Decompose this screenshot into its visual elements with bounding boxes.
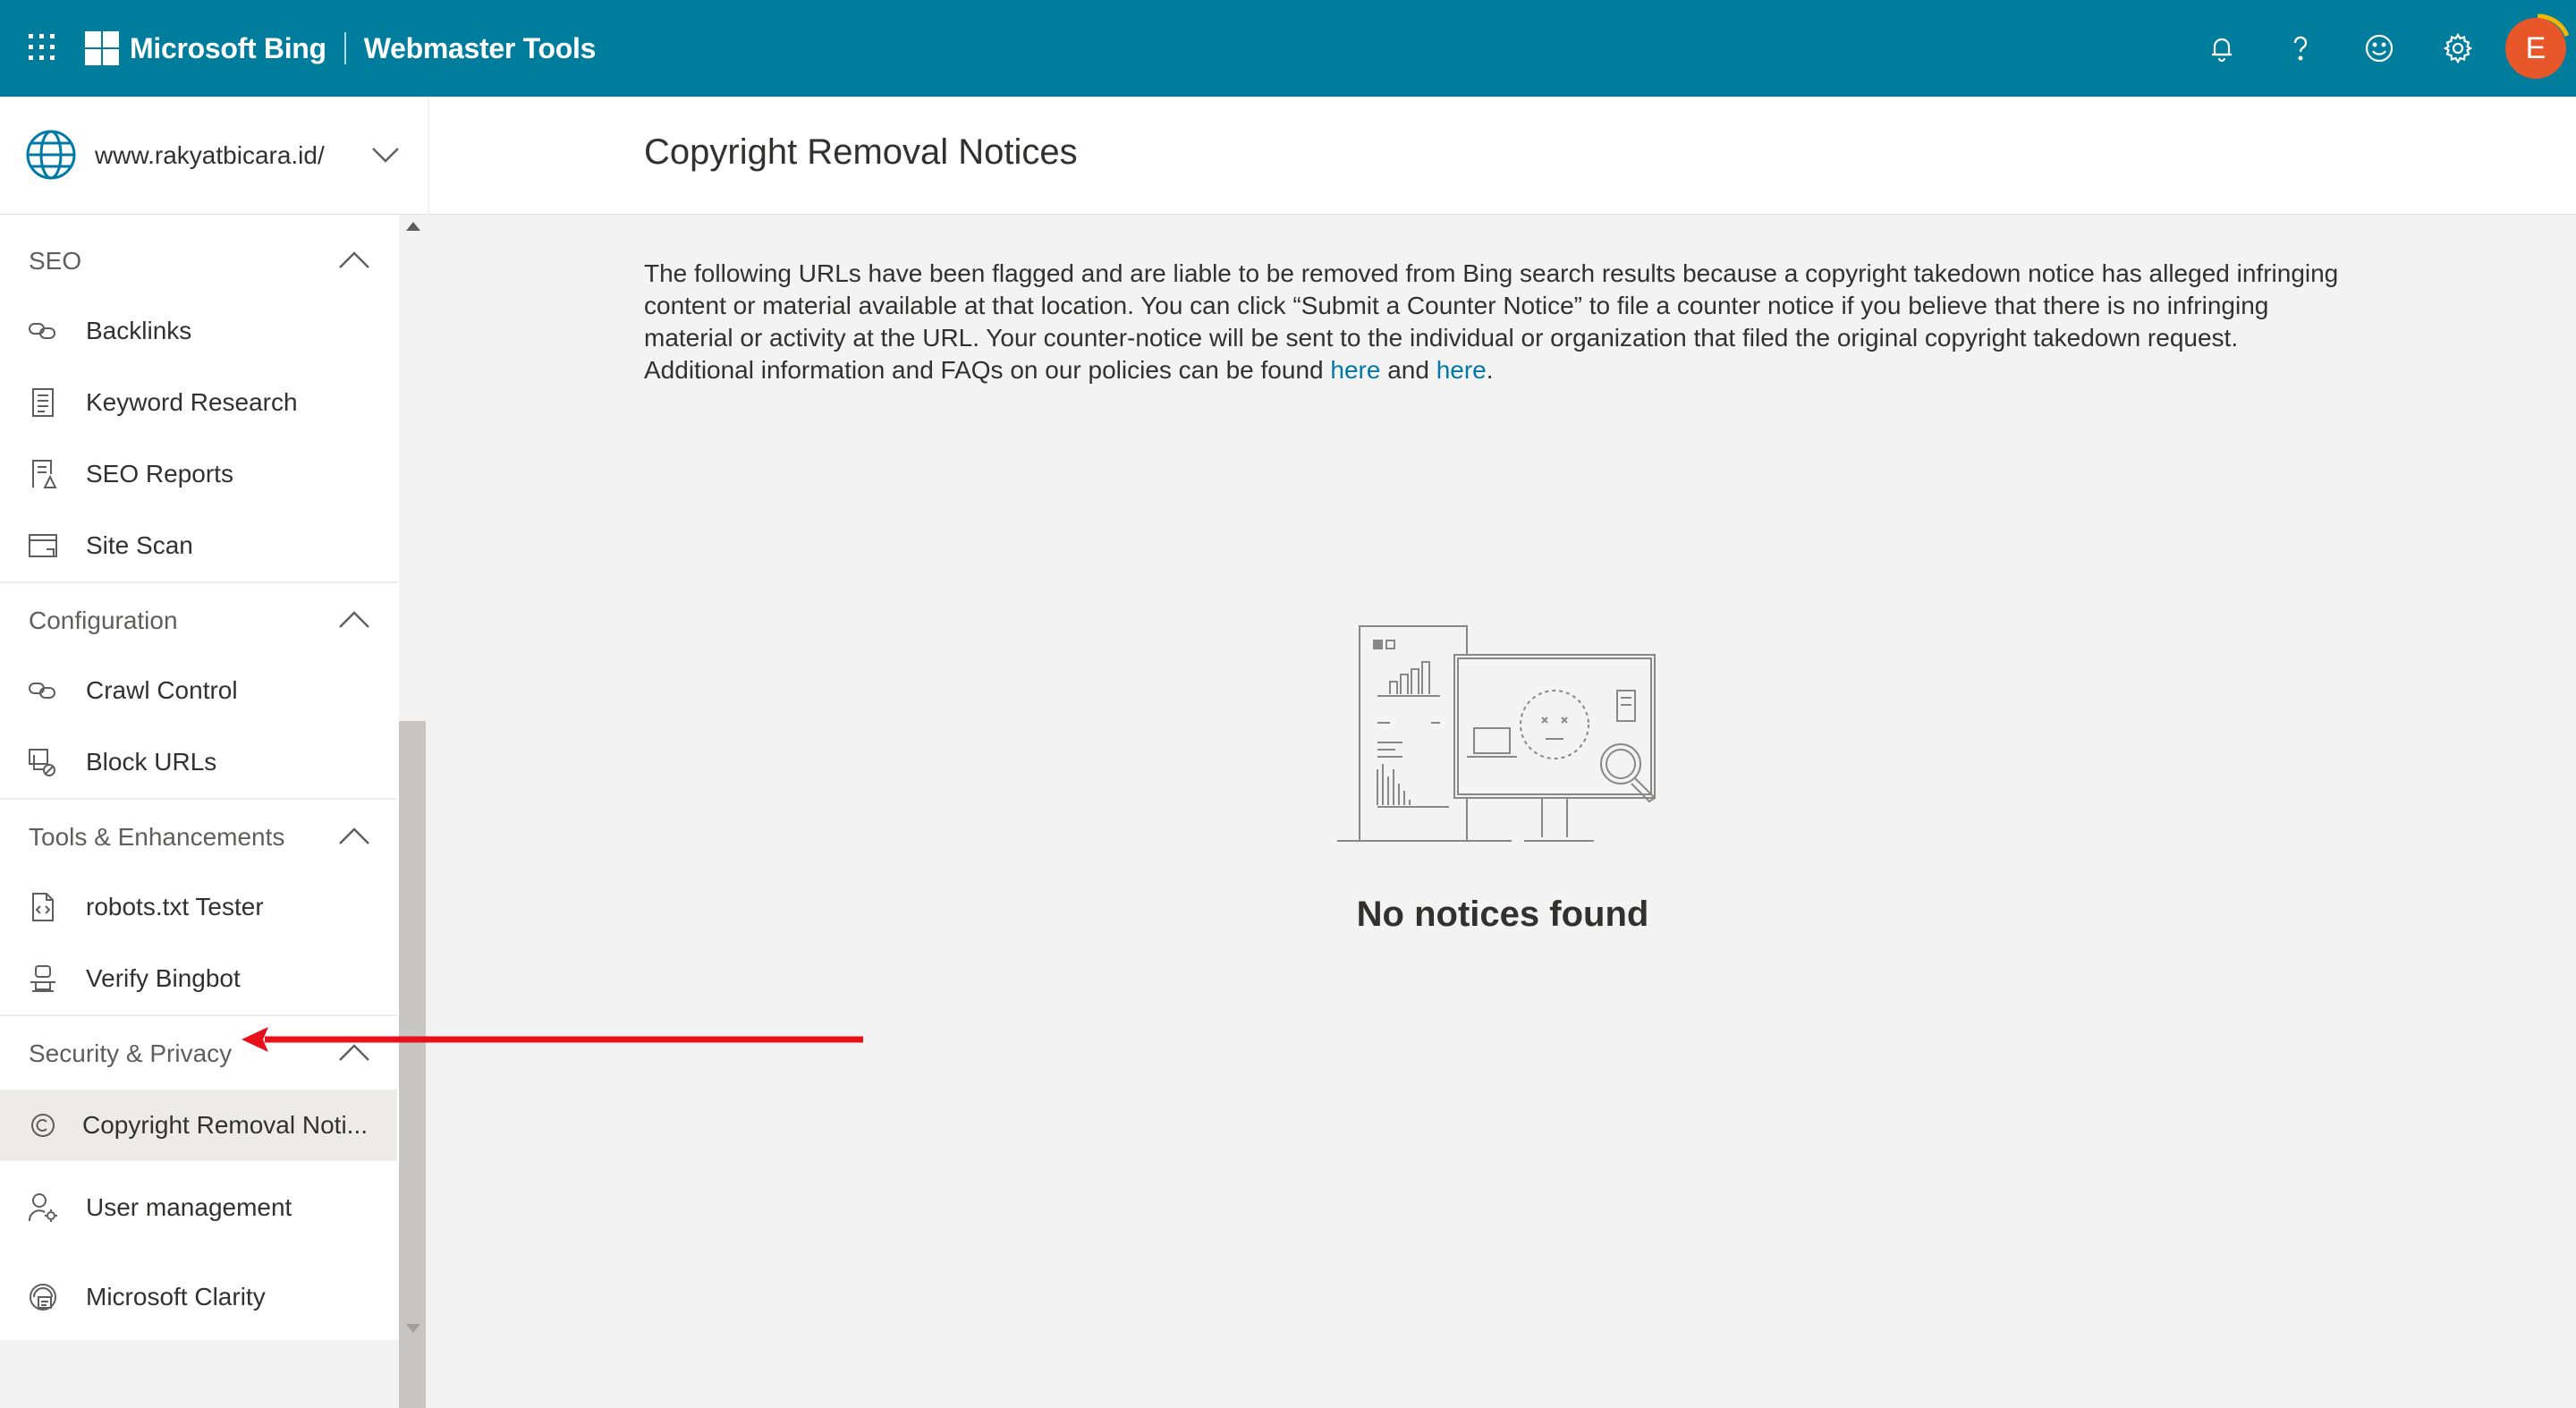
site-name: www.rakyatbicara.id/ — [95, 141, 325, 169]
section-divider — [0, 581, 397, 583]
section-divider — [0, 798, 397, 800]
clarity-icon — [30, 1284, 56, 1310]
smiley-icon — [2365, 34, 2394, 63]
waffle-icon[interactable] — [27, 32, 57, 63]
bot-icon — [30, 965, 55, 992]
user-settings-icon — [28, 1193, 57, 1222]
help-button[interactable] — [2279, 27, 2322, 70]
browser-window-icon — [29, 534, 57, 557]
site-selector[interactable]: www.rakyatbicara.id/ — [0, 97, 428, 215]
sidebar-item-verify-bingbot[interactable]: Verify Bingbot — [0, 943, 397, 1014]
brand-name: Microsoft Bing — [130, 31, 326, 64]
scroll-down-arrow-icon[interactable] — [406, 1324, 420, 1333]
sidebar-item-label: Verify Bingbot — [86, 964, 241, 992]
sidebar-item-backlinks[interactable]: Backlinks — [0, 295, 397, 367]
sidebar-item-label: Copyright Removal Noti... — [82, 1111, 369, 1139]
top-bar: Microsoft Bing Webmaster Tools E — [0, 0, 2576, 97]
sidebar-item-label: SEO Reports — [86, 460, 233, 488]
page-title: Copyright Removal Notices — [644, 132, 1078, 172]
section-divider — [0, 1014, 397, 1016]
brand-logo-link[interactable]: Microsoft Bing Webmaster Tools — [85, 27, 596, 70]
copyright-icon — [31, 1114, 55, 1137]
policy-link-1[interactable]: here — [1330, 356, 1380, 384]
microsoft-logo-icon — [85, 31, 119, 65]
sidebar-item-seo-reports[interactable]: SEO Reports — [0, 438, 397, 510]
sidebar-item-microsoft-clarity[interactable]: Microsoft Clarity — [0, 1261, 397, 1333]
section-header-security-privacy: Security & Privacy — [29, 1039, 233, 1067]
avatar-initial: E — [2525, 30, 2546, 65]
policy-link-2[interactable]: here — [1436, 356, 1487, 384]
sidebar-item-label: Block URLs — [86, 748, 217, 776]
scroll-up-arrow-icon[interactable] — [406, 222, 420, 231]
brand-divider — [343, 32, 346, 64]
help-icon — [2293, 36, 2308, 61]
section-header-tools-enhancements: Tools & Enhancements — [29, 823, 285, 851]
block-url-icon — [29, 749, 55, 776]
report-icon — [32, 460, 57, 488]
chevron-up-icon[interactable] — [338, 610, 370, 630]
user-avatar[interactable]: E — [2505, 18, 2566, 79]
description-end: . — [1486, 356, 1494, 384]
sidebar-item-label: Backlinks — [86, 317, 192, 344]
section-header-configuration: Configuration — [29, 606, 178, 634]
document-list-icon — [32, 388, 54, 417]
sidebar-item-label: User management — [86, 1193, 292, 1221]
notifications-button[interactable] — [2200, 27, 2243, 70]
feedback-button[interactable] — [2358, 27, 2401, 70]
code-file-icon — [32, 893, 54, 921]
annotation-arrow-icon — [242, 1027, 863, 1052]
chevron-up-icon[interactable] — [338, 827, 370, 846]
sidebar-item-label: Site Scan — [86, 531, 193, 559]
sidebar-scrollbar[interactable] — [399, 215, 428, 1408]
description-and: and — [1380, 356, 1436, 384]
settings-button[interactable] — [2436, 27, 2479, 70]
page-description: The following URLs have been flagged and… — [644, 258, 2343, 386]
sidebar-item-user-management[interactable]: User management — [0, 1172, 397, 1243]
scrollbar-thumb[interactable] — [399, 721, 426, 1408]
page-header: Copyright Removal Notices — [429, 97, 2576, 215]
bell-icon — [2212, 38, 2232, 63]
chevron-up-icon[interactable] — [338, 250, 370, 270]
sidebar-item-label: Keyword Research — [86, 388, 298, 416]
chevron-down-icon[interactable] — [370, 143, 401, 166]
section-header-seo: SEO — [29, 247, 82, 275]
sidebar-item-copyright-removal-notices[interactable]: Copyright Removal Noti... — [0, 1090, 397, 1161]
product-name: Webmaster Tools — [363, 31, 597, 64]
sidebar-item-label: Microsoft Clarity — [86, 1283, 266, 1310]
link-icon — [29, 683, 55, 699]
sidebar-item-keyword-research[interactable]: Keyword Research — [0, 367, 397, 438]
sidebar-item-label: robots.txt Tester — [86, 893, 264, 920]
sidebar-item-site-scan[interactable]: Site Scan — [0, 510, 397, 581]
globe-icon — [26, 130, 76, 180]
sidebar-item-crawl-control[interactable]: Crawl Control — [0, 655, 397, 726]
sidebar-item-robots-txt-tester[interactable]: robots.txt Tester — [0, 871, 397, 943]
empty-state-illustration-icon — [1337, 625, 1657, 842]
sidebar: www.rakyatbicara.id/ SEO Backlinks Keywo… — [0, 97, 428, 1408]
sidebar-item-block-urls[interactable]: Block URLs — [0, 726, 397, 798]
gear-icon — [2443, 32, 2473, 64]
link-icon — [29, 323, 55, 339]
empty-state-message: No notices found — [1356, 895, 1649, 934]
sidebar-item-label: Crawl Control — [86, 676, 238, 704]
